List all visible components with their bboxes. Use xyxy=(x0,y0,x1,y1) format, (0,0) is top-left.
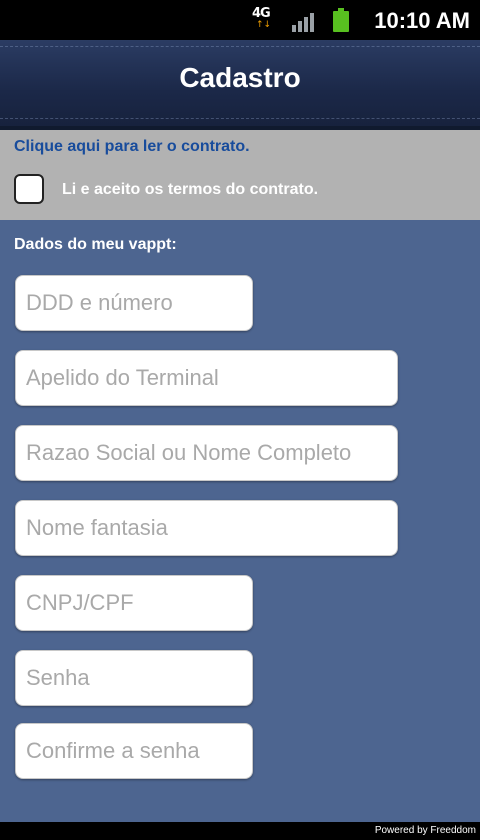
trade-name-input[interactable] xyxy=(15,500,398,556)
cnpj-cpf-input[interactable] xyxy=(15,575,253,631)
app-header: Cadastro xyxy=(0,40,480,130)
terms-checkbox[interactable] xyxy=(14,174,44,204)
terms-panel: Clique aqui para ler o contrato. Li e ac… xyxy=(0,130,480,220)
company-name-input[interactable] xyxy=(15,425,398,481)
terms-checkbox-label[interactable]: Li e aceito os termos do contrato. xyxy=(62,181,318,199)
section-title: Dados do meu vappt: xyxy=(14,236,177,253)
page-title: Cadastro xyxy=(179,62,301,93)
status-time: 10:10 AM xyxy=(374,8,470,33)
confirm-password-input[interactable] xyxy=(15,723,253,779)
footer: Powered by Freeddom xyxy=(0,822,480,840)
contract-link[interactable]: Clique aqui para ler o contrato. xyxy=(14,138,250,156)
battery-icon xyxy=(333,8,349,32)
status-bar: 4G ↑↓ 10:10 AM xyxy=(0,0,480,40)
terminal-nickname-input[interactable] xyxy=(15,350,398,406)
powered-by-text: Powered by Freeddom xyxy=(374,825,476,836)
phone-input[interactable] xyxy=(15,275,253,331)
signal-icon xyxy=(292,12,316,32)
network-4g-icon: 4G xyxy=(252,6,271,21)
password-input[interactable] xyxy=(15,650,253,706)
data-activity-icon: ↑↓ xyxy=(256,20,272,30)
